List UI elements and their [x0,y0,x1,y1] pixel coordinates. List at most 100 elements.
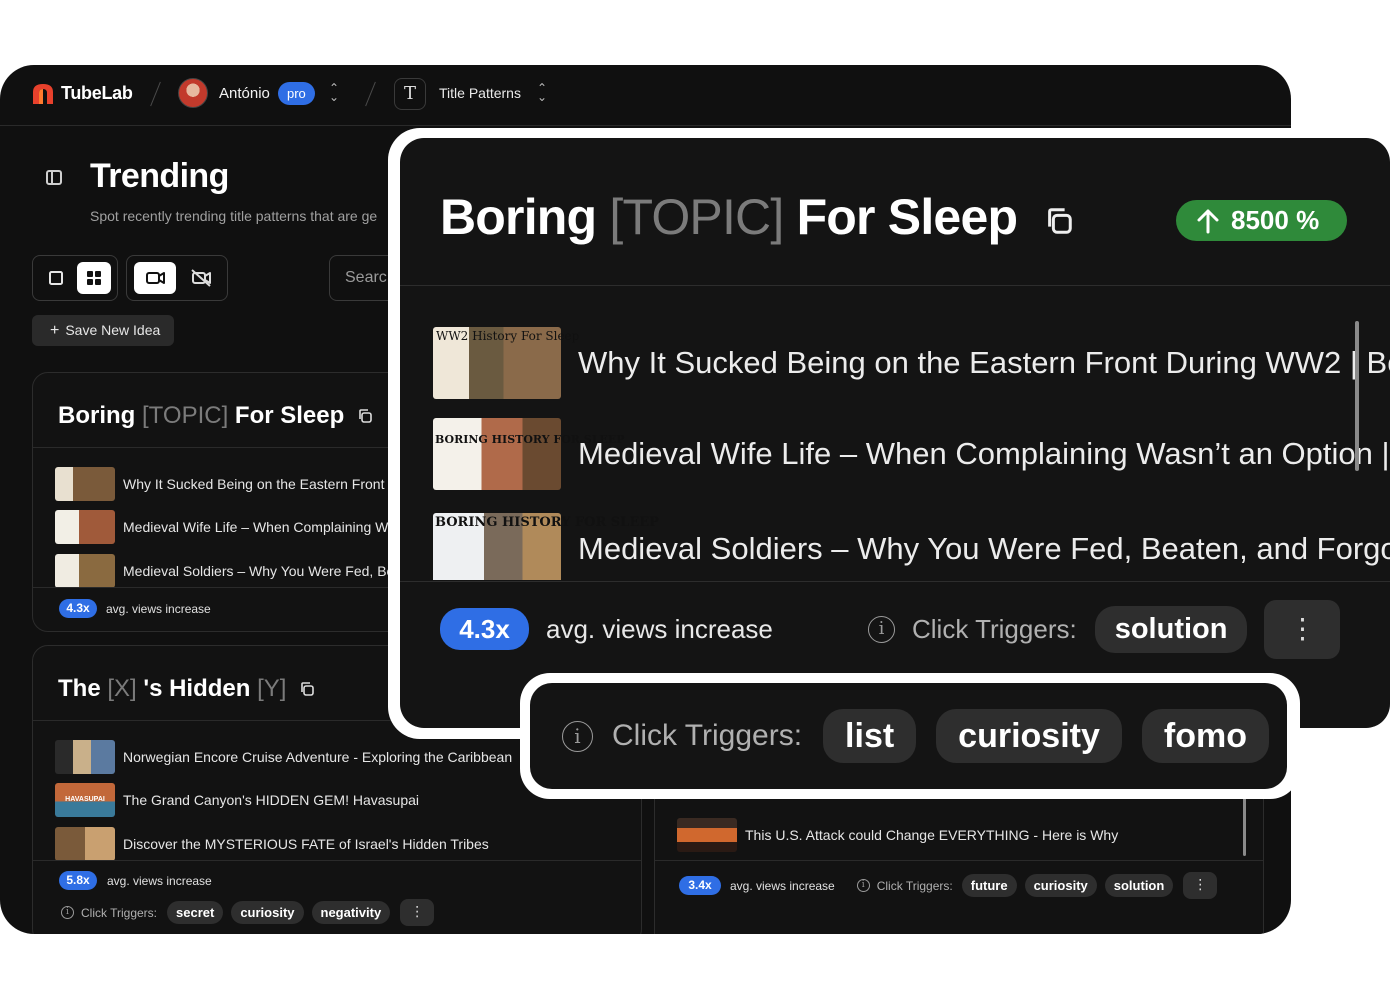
info-icon[interactable]: i [856,879,870,892]
video-thumbnail [55,510,115,544]
views-increase-badge: 3.4x [679,876,721,895]
single-view-button[interactable] [39,262,73,294]
brand-name[interactable]: TubeLab [61,83,133,104]
thumbnail-text: BORING HISTORY FOR SLEEP [435,515,659,530]
video-thumbnail: BORING HISTORY FOR SLEEP [433,418,625,490]
trigger-tag[interactable]: solution [1094,606,1248,653]
chevron-updown-icon[interactable]: ⌃ ⌄ [535,82,549,104]
views-label: avg. views increase [106,601,211,616]
trigger-tag[interactable]: fomo [1141,709,1269,763]
views-stat: 3.4x avg. views increase i Click Trigger… [679,872,1218,899]
user-name[interactable]: António [219,85,270,102]
video-title: Medieval Wife Life – When Complaining W [123,519,389,535]
info-icon[interactable]: i [868,616,895,643]
pattern-card[interactable]: Boring [TOPIC] For Sleep Why It Sucked B… [32,372,432,632]
text-type-icon: T [394,78,426,110]
grid-view-button[interactable] [77,262,111,294]
video-title: The Grand Canyon's HIDDEN GEM! Havasupai [123,792,420,808]
more-menu-button[interactable]: ⋮ [1264,600,1341,659]
avatar[interactable] [178,78,208,108]
trigger-tag[interactable]: negativity [311,901,391,924]
chevron-updown-icon[interactable]: ⌃ ⌄ [327,82,341,104]
zoomed-triggers: i Click Triggers: list curiosity fomo [530,683,1287,789]
trigger-tag[interactable]: curiosity [1024,874,1097,897]
grid-icon [87,271,101,285]
title-word: For Sleep [234,402,345,429]
page-title: Trending [90,157,229,195]
more-menu-button[interactable]: ⋮ [400,899,435,926]
video-title: This U.S. Attack could Change EVERYTHING… [745,827,1119,843]
list-item[interactable]: This U.S. Attack could Change EVERYTHING… [677,818,1118,852]
zoomed-card-callout: Boring [TOPIC] For Sleep 8500 % WW2 Hist… [388,128,1400,739]
copy-icon[interactable] [357,408,373,424]
video-thumbnail [55,827,115,861]
list-item[interactable]: Norwegian Encore Cruise Adventure - Expl… [55,740,512,774]
trigger-tag[interactable]: list [823,709,917,763]
click-triggers: i Click Triggers: solution ⋮ [868,600,1341,659]
list-item[interactable]: BORING HISTORY FOR SLEEP Medieval Wife L… [433,418,1390,490]
zoomed-card-title: Boring [TOPIC] For Sleep [440,188,1074,246]
save-new-idea-button[interactable]: + Save New Idea [32,315,175,346]
title-placeholder: [TOPIC] [142,402,229,429]
info-icon[interactable]: i [61,906,74,919]
video-thumbnail: BORING HISTORY FOR SLEEP [433,513,659,580]
video-thumbnail [677,818,737,852]
views-stat: 4.3x avg. views increase [440,608,773,650]
growth-badge: 8500 % [1176,200,1347,241]
trigger-tag[interactable]: future [961,874,1017,897]
list-item[interactable]: WW2 History For Sleep Why It Sucked Bein… [433,327,1390,399]
sidebar-toggle-icon[interactable] [46,170,62,185]
trigger-tag[interactable]: solution [1104,874,1174,897]
divider [655,860,1263,861]
views-stat: 4.3x avg. views increase [59,599,211,618]
video-off-icon [191,269,211,287]
list-item[interactable]: Medieval Wife Life – When Complaining W [55,510,388,544]
video-title: Medieval Soldiers – Why You Were Fed, Be [123,563,395,579]
list-item[interactable]: HAVASUPAI The Grand Canyon's HIDDEN GEM!… [55,783,419,817]
copy-icon[interactable] [1044,206,1074,236]
list-item[interactable]: Discover the MYSTERIOUS FATE of Israel's… [55,827,489,861]
copy-icon[interactable] [299,681,315,697]
views-stat: 5.8x avg. views increase [59,871,212,890]
video-thumbnail [55,467,115,501]
square-icon [49,271,63,285]
triggers-label: Click Triggers: [612,719,803,752]
title-placeholder: [Y] [257,675,287,702]
thumbnail-text: BORING HISTORY FOR SLEEP [435,433,625,446]
video-camera-icon [146,272,165,284]
card-title: Boring [TOPIC] For Sleep [58,402,373,430]
growth-value: 8500 % [1231,205,1320,235]
info-icon[interactable]: i [562,720,593,752]
card-title: The [X] 's Hidden [Y] [58,675,315,703]
title-word: Boring [58,402,136,429]
video-filter-toggle [126,255,228,301]
list-item[interactable]: BORING HISTORY FOR SLEEP Medieval Soldie… [433,513,1390,580]
list-item[interactable]: Medieval Soldiers – Why You Were Fed, Be [55,554,394,588]
video-title: Medieval Wife Life – When Complaining Wa… [578,436,1390,471]
title-word: For Sleep [796,189,1018,245]
scrollbar[interactable] [1355,321,1359,471]
list-item[interactable]: Why It Sucked Being on the Eastern Front [55,467,384,501]
click-triggers: i Click Triggers: list curiosity fomo [562,709,1269,763]
divider [400,581,1390,582]
save-new-idea-label: Save New Idea [65,322,161,338]
video-title: Why It Sucked Being on the Eastern Front… [578,345,1390,380]
views-label: avg. views increase [546,613,773,644]
trigger-tag[interactable]: secret [167,901,224,924]
video-on-button[interactable] [134,262,176,294]
title-word: Boring [440,189,597,245]
video-off-button[interactable] [181,262,221,294]
zoomed-card[interactable]: Boring [TOPIC] For Sleep 8500 % WW2 Hist… [400,138,1390,728]
page-subtitle: Spot recently trending title patterns th… [90,208,378,224]
more-menu-button[interactable]: ⋮ [1183,872,1218,899]
video-title: Medieval Soldiers – Why You Were Fed, Be… [578,531,1390,566]
trigger-tag[interactable]: curiosity [231,901,304,924]
triggers-label: Click Triggers: [912,614,1077,644]
triggers-label: Click Triggers: [81,905,158,920]
trigger-tag[interactable]: curiosity [936,709,1122,763]
breadcrumb-divider [365,81,376,107]
section-name[interactable]: Title Patterns [439,85,521,101]
video-title: Discover the MYSTERIOUS FATE of Israel's… [123,836,489,852]
tubelab-logo-icon[interactable] [31,82,55,104]
views-increase-badge: 5.8x [59,871,97,890]
